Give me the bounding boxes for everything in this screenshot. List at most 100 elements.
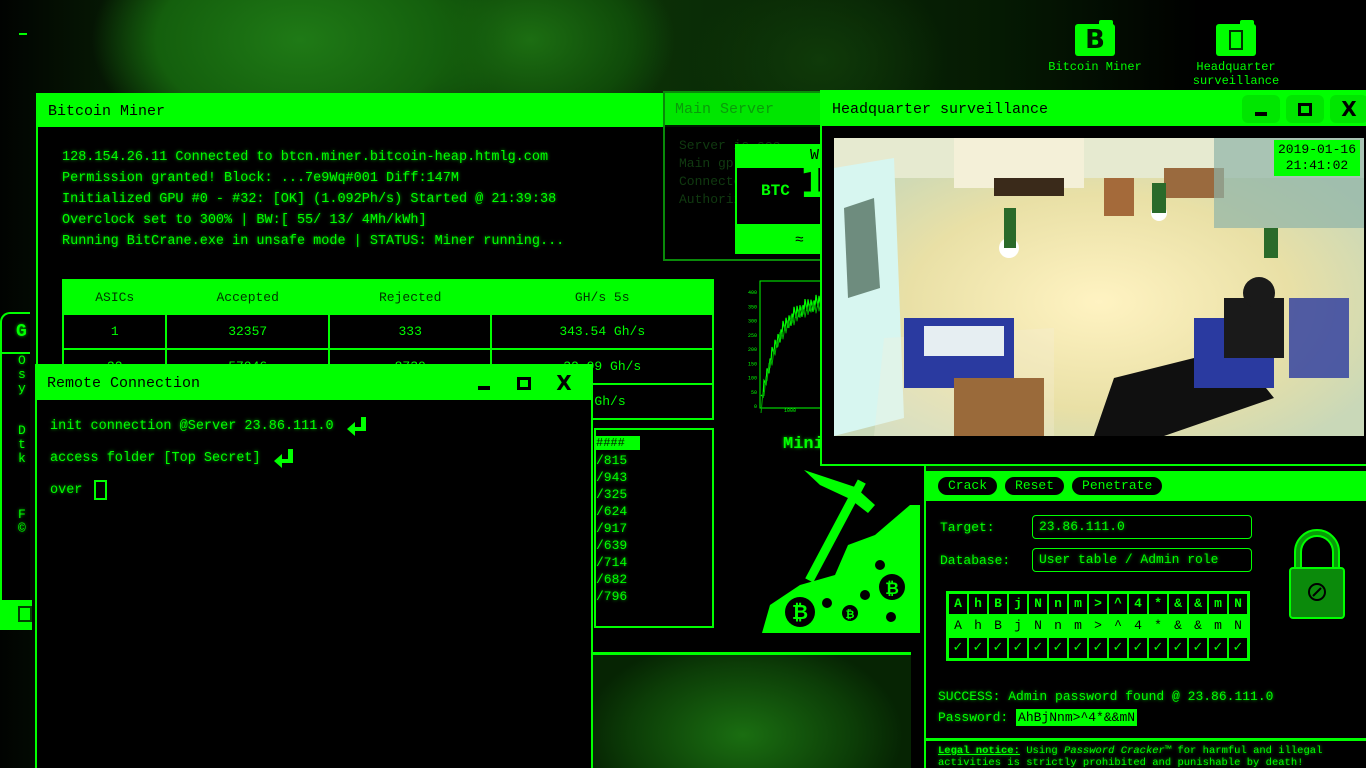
char-cell: & [1168, 593, 1188, 615]
database-input[interactable]: User table / Admin role [1032, 548, 1252, 572]
left-window-text: t [18, 437, 26, 452]
check-icon: ✓ [1028, 637, 1048, 659]
enter-key-icon [346, 417, 366, 436]
surveillance-folder-icon [1216, 20, 1256, 56]
char-cell: m [1208, 593, 1228, 615]
check-icon: ✓ [1068, 637, 1088, 659]
chart-ytick-label: 400 [748, 290, 757, 296]
char-cell: 4 [1128, 593, 1148, 615]
password-char-grid: Ah Bj Nn m > ^ 4 * & & m N Ah Bj Nn m > ^ 4 * & & m N ✓ ✓ ✓ ✓ ✓ ✓ ✓ ✓ ✓ ✓… [946, 591, 1250, 661]
left-window-text: s [18, 367, 26, 382]
terminal-output[interactable]: init connection @Server 23.86.111.0 acces… [37, 400, 591, 516]
penetrate-button[interactable]: Penetrate [1072, 477, 1163, 495]
check-icon: ✓ [968, 637, 988, 659]
left-window-text: y [18, 381, 26, 396]
maximize-icon [1298, 102, 1312, 116]
reset-button[interactable]: Reset [1005, 477, 1065, 495]
desktop-background-panel [593, 652, 911, 768]
left-window-text [18, 396, 30, 410]
surveillance-window[interactable]: Headquarter surveillance X 2019-01-16 21… [820, 90, 1366, 466]
shares-list: /815/943/325/624/917/639/714/682/796 [596, 452, 627, 605]
crack-button[interactable]: Crack [938, 477, 998, 495]
crack-result: SUCCESS: Admin password found @ 23.86.11… [926, 676, 1366, 738]
char-cell: & [1188, 615, 1208, 637]
window-content: Osy Dtk F © [2, 354, 30, 536]
password-value[interactable]: AhBjNnm>^4*&&mN [1016, 709, 1138, 726]
wallet-approx: ≈ [795, 232, 805, 249]
password-cracker-window[interactable]: Crack Reset Penetrate Target: 23.86.111.0 … [924, 471, 1366, 768]
char-cell: m [1068, 615, 1088, 637]
chart-ytick-label: 300 [748, 319, 757, 325]
target-input[interactable]: 23.86.111.0 [1032, 515, 1252, 539]
char-cell: A [948, 593, 968, 615]
share-item: /682 [596, 572, 628, 587]
window-titlebar[interactable]: Remote Connection X [37, 366, 591, 400]
minimize-button[interactable] [467, 370, 501, 396]
char-cell: N [1028, 615, 1048, 637]
char-cell: h [968, 615, 988, 637]
terminal-line: init connection @Server 23.86.111.0 [50, 410, 578, 442]
check-icon: ✓ [1048, 637, 1068, 659]
left-window-text: F [18, 507, 26, 522]
char-cell: 4 [1128, 615, 1148, 637]
share-item: /714 [596, 555, 628, 570]
check-icon: ✓ [1168, 637, 1188, 659]
chart-ytick-label: 200 [748, 347, 757, 353]
check-icon: ✓ [1008, 637, 1028, 659]
svg-text:₿: ₿ [885, 579, 899, 599]
left-window-text: © [18, 521, 26, 536]
terminal-command: over [50, 482, 83, 498]
svg-text:₿: ₿ [846, 608, 855, 621]
log-line: 128.154.26.11 Connected to btcn.miner.bi… [62, 150, 549, 165]
minimize-icon [478, 386, 490, 390]
minimize-button[interactable] [1242, 95, 1280, 123]
success-message: SUCCESS: Admin password found @ 23.86.11… [938, 689, 1274, 704]
window-titlebar[interactable]: Headquarter surveillance X [822, 92, 1366, 126]
svg-text:₿: ₿ [792, 600, 808, 624]
share-item: /796 [596, 589, 628, 604]
char-cell: N [1028, 593, 1048, 615]
remote-connection-window[interactable]: Remote Connection X init connection @Ser… [35, 364, 593, 768]
product-name: Password Cracker™ [1064, 745, 1172, 757]
enter-key-icon [273, 449, 293, 468]
mining-pickaxe-illustration: ₿ ₿ ₿ [762, 470, 920, 633]
wallet-currency: BTC [761, 182, 790, 200]
char-cell: j [1008, 593, 1028, 615]
terminal-line: over [50, 474, 578, 506]
window-footer-button[interactable] [2, 600, 32, 630]
check-icon: ✓ [1188, 637, 1208, 659]
partial-window-left[interactable]: G Osy Dtk F © [0, 312, 32, 630]
shares-panel: #### /815/943/325/624/917/639/714/682/79… [594, 428, 714, 628]
legal-notice: Legal notice: Using Password Cracker™ fo… [926, 738, 1366, 768]
log-line: Running BitCrane.exe in unsafe mode | ST… [62, 234, 565, 249]
terminal-command: init connection @Server 23.86.111.0 [50, 418, 334, 434]
table-row: 1 32357 333 343.54 Gh/s [61, 313, 714, 350]
terminal-caret[interactable] [94, 480, 108, 500]
close-icon: X [556, 371, 572, 395]
table-header: Rejected [327, 279, 493, 315]
char-cell: B [988, 615, 1008, 637]
char-cell: m [1068, 593, 1088, 615]
maximize-button[interactable] [1286, 95, 1324, 123]
left-window-text: O [18, 353, 26, 368]
cracker-toolbar: Crack Reset Penetrate [926, 471, 1366, 501]
char-cell: * [1148, 593, 1168, 615]
database-label: Database: [940, 552, 1011, 568]
share-item: /639 [596, 538, 628, 553]
btc-wallet-panel: Wa BTC 1 ≈ [735, 144, 830, 254]
chart-series-line [760, 294, 822, 399]
char-cell: & [1188, 593, 1208, 615]
desktop-icon-bitcoin-miner[interactable]: B Bitcoin Miner [1040, 20, 1150, 74]
maximize-icon [517, 376, 531, 390]
close-button[interactable]: X [547, 370, 581, 396]
char-grid-row: ✓ ✓ ✓ ✓ ✓ ✓ ✓ ✓ ✓ ✓ ✓ ✓ ✓ ✓ ✓ [948, 637, 1248, 659]
check-icon: ✓ [1108, 637, 1128, 659]
table-header: GH/s 5s [490, 279, 714, 315]
left-window-text [18, 494, 30, 508]
window-titlebar[interactable]: Main Server [665, 93, 821, 125]
desktop-icon-surveillance[interactable]: Headquarter surveillance [1181, 20, 1291, 86]
left-window-text: D [18, 423, 26, 438]
close-button[interactable]: X [1330, 95, 1366, 123]
table-header: ASICs [61, 279, 168, 315]
maximize-button[interactable] [507, 370, 541, 396]
